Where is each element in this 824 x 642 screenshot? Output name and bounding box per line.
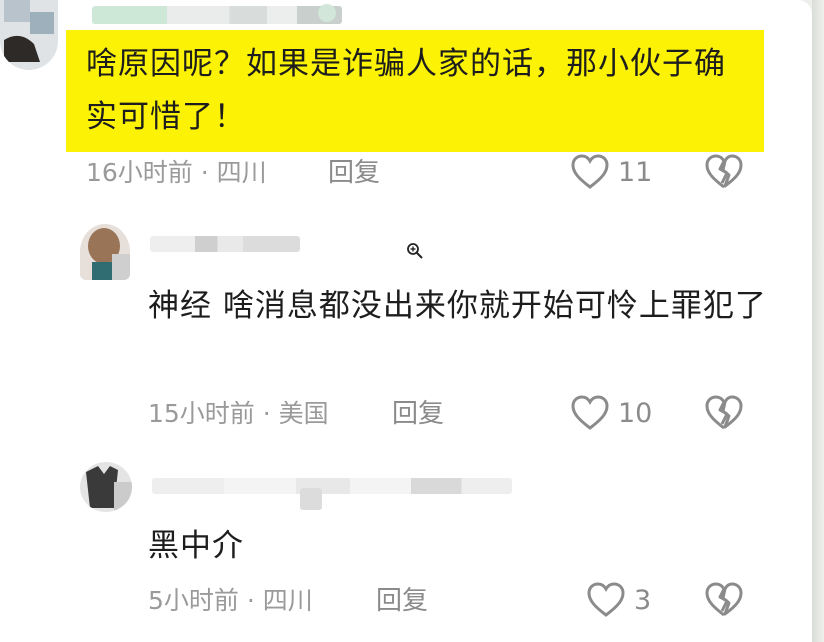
heart-icon	[587, 582, 625, 617]
username-blurred[interactable]	[92, 6, 342, 24]
avatar[interactable]	[80, 224, 130, 280]
avatar[interactable]	[80, 462, 132, 512]
username-blurred[interactable]	[150, 236, 300, 252]
avatar-image	[80, 462, 132, 512]
avatar[interactable]	[0, 0, 58, 70]
like-button[interactable]: 10	[570, 394, 652, 432]
username-blurred-dot	[318, 4, 336, 22]
like-count: 3	[634, 584, 652, 616]
zoom-in-icon	[407, 243, 423, 259]
heart-icon	[571, 395, 609, 430]
like-button[interactable]: 3	[586, 581, 651, 619]
window-edge	[812, 0, 824, 642]
username-blurred-block	[300, 488, 322, 510]
username-blurred[interactable]	[152, 478, 512, 494]
avatar-image	[0, 0, 58, 70]
like-button[interactable]: 11	[570, 153, 652, 191]
dislike-button[interactable]	[704, 153, 744, 195]
reply-button[interactable]: 回复	[328, 158, 380, 188]
comment-text: 啥原因呢？如果是诈骗人家的话，那小伙子确实可惜了！	[86, 46, 726, 135]
broken-heart-icon	[705, 582, 743, 617]
avatar-image	[80, 224, 130, 280]
reply-button[interactable]: 回复	[392, 399, 444, 429]
dislike-button[interactable]	[704, 581, 744, 623]
like-count: 10	[618, 397, 653, 429]
like-count: 11	[618, 156, 653, 188]
broken-heart-icon	[705, 395, 743, 430]
broken-heart-icon	[705, 154, 743, 189]
comment-text: 黑中介	[148, 528, 244, 564]
comment-text: 神经 啥消息都没出来你就开始可怜上罪犯了	[148, 288, 767, 324]
comment-panel: 啥原因呢？如果是诈骗人家的话，那小伙子确实可惜了！ 16小时前 · 四川 回复 …	[0, 0, 812, 642]
comment-time-location: 15小时前 · 美国	[148, 399, 329, 428]
reply-button[interactable]: 回复	[376, 586, 428, 616]
comment-time-location: 5小时前 · 四川	[148, 586, 313, 615]
comment-time-location: 16小时前 · 四川	[86, 158, 267, 187]
heart-icon	[571, 154, 609, 189]
dislike-button[interactable]	[704, 394, 744, 436]
